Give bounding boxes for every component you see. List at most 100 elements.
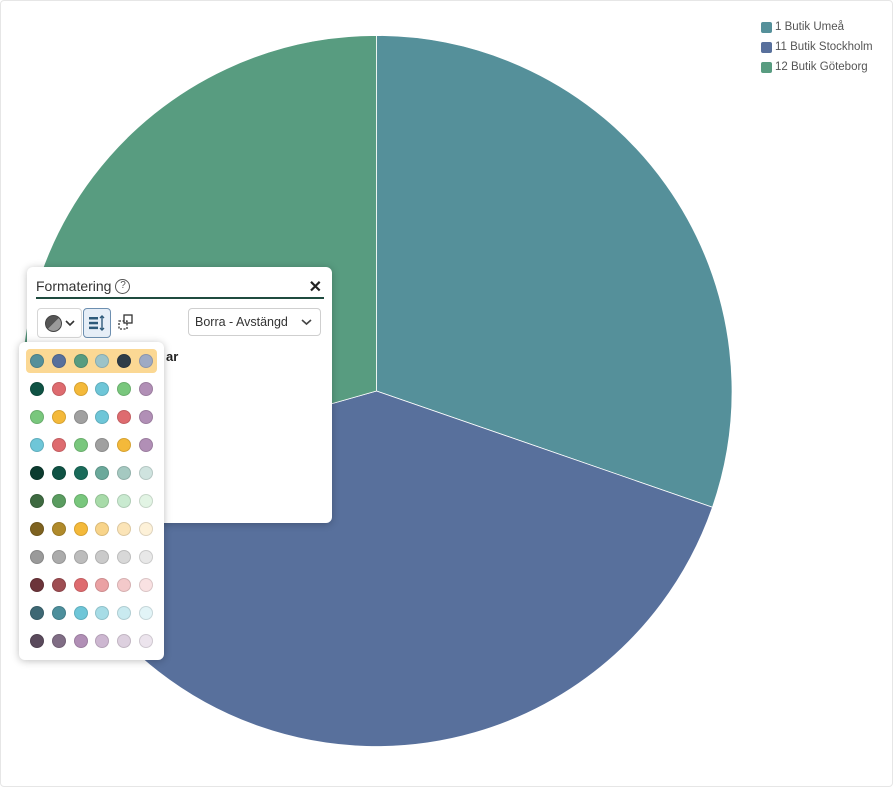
color-swatch: [73, 606, 88, 620]
color-swatch: [117, 550, 132, 564]
legend-swatch: [761, 61, 772, 73]
color-swatch: [95, 634, 110, 648]
panel-header: Formatering ? ✕: [36, 275, 324, 299]
palette-row[interactable]: [26, 349, 157, 373]
color-swatch: [29, 466, 44, 480]
color-swatch: [73, 438, 88, 452]
palette-row[interactable]: [26, 433, 157, 457]
color-swatch: [95, 606, 110, 620]
palette-row[interactable]: [26, 405, 157, 429]
palette-row[interactable]: [26, 489, 157, 513]
color-swatch: [51, 634, 66, 648]
palette-row[interactable]: [26, 573, 157, 597]
color-swatch: [139, 578, 154, 592]
color-swatch: [139, 634, 154, 648]
color-swatch: [95, 410, 110, 424]
palette-row[interactable]: [26, 545, 157, 569]
color-swatch: [95, 466, 110, 480]
color-scheme-button[interactable]: [37, 308, 82, 338]
palette-row[interactable]: [26, 461, 157, 485]
color-swatch: [29, 550, 44, 564]
color-swatch: [117, 382, 132, 396]
legend-item[interactable]: 12 Butik Göteborg: [761, 57, 873, 77]
color-swatch: [73, 522, 88, 536]
color-swatch: [117, 578, 132, 592]
color-swatch: [95, 438, 110, 452]
color-swatch: [139, 494, 154, 508]
color-swatch: [117, 354, 132, 368]
color-swatch: [29, 494, 44, 508]
legend-label: 12 Butik Göteborg: [775, 61, 868, 73]
panel-title: Formatering: [36, 278, 112, 294]
color-swatch: [139, 606, 154, 620]
color-swatch: [117, 438, 132, 452]
color-swatch: [51, 354, 66, 368]
palette-row[interactable]: [26, 377, 157, 401]
color-swatch: [139, 550, 154, 564]
color-swatch: [29, 438, 44, 452]
color-swatch: [73, 410, 88, 424]
color-swatch: [139, 522, 154, 536]
color-swatch: [73, 494, 88, 508]
color-swatch: [51, 522, 66, 536]
transform-button[interactable]: [115, 311, 137, 333]
color-swatch: [51, 410, 66, 424]
color-swatch: [29, 410, 44, 424]
color-swatch: [117, 410, 132, 424]
color-swatch: [139, 438, 154, 452]
color-swatch: [117, 494, 132, 508]
palette-row[interactable]: [26, 601, 157, 625]
help-icon[interactable]: ?: [115, 278, 131, 294]
layout-button[interactable]: [83, 308, 111, 338]
palette-row[interactable]: [26, 517, 157, 541]
color-swatch: [51, 382, 66, 396]
color-swatch: [95, 494, 110, 508]
color-swatch: [51, 606, 66, 620]
color-swatch: [117, 634, 132, 648]
legend-swatch: [761, 41, 772, 53]
color-swatch: [139, 354, 154, 368]
transform-icon: [118, 314, 133, 330]
color-swatch: [117, 606, 132, 620]
color-swatch: [95, 522, 110, 536]
close-icon[interactable]: ✕: [309, 277, 322, 297]
legend-label: 1 Butik Umeå: [775, 21, 845, 33]
color-swatch: [73, 382, 88, 396]
color-swatch: [73, 354, 88, 368]
color-swatch: [29, 522, 44, 536]
color-swatch: [95, 354, 110, 368]
chevron-down-icon: [64, 320, 75, 327]
color-swatch: [51, 494, 66, 508]
color-swatch: [95, 382, 110, 396]
legend-item[interactable]: 1 Butik Umeå: [761, 17, 873, 37]
color-swatch: [29, 354, 44, 368]
color-swatch: [51, 438, 66, 452]
color-swatch: [29, 382, 44, 396]
bars-sort-icon: [89, 315, 105, 331]
legend-swatch: [761, 21, 772, 33]
color-swatch: [95, 578, 110, 592]
chevron-down-icon: [301, 319, 312, 326]
chart-legend: 1 Butik Umeå 11 Butik Stockholm 12 Butik…: [761, 17, 873, 77]
color-swatch: [29, 634, 44, 648]
color-swatch: [117, 466, 132, 480]
color-swatch: [95, 550, 110, 564]
color-swatch: [73, 634, 88, 648]
color-swatch: [139, 466, 154, 480]
option-label: ar: [166, 349, 179, 364]
color-swatch: [51, 550, 66, 564]
palette-row[interactable]: [26, 629, 157, 653]
color-swatch: [139, 410, 154, 424]
color-swatch: [73, 578, 88, 592]
color-palette-icon: [44, 314, 62, 332]
color-swatch: [51, 466, 66, 480]
color-palette-popover: [19, 342, 164, 660]
color-swatch: [51, 578, 66, 592]
color-swatch: [29, 578, 44, 592]
color-swatch: [73, 466, 88, 480]
legend-item[interactable]: 11 Butik Stockholm: [761, 37, 873, 57]
drill-select-value: Borra - Avstängd: [195, 315, 288, 329]
drill-select[interactable]: Borra - Avstängd: [188, 308, 321, 336]
color-swatch: [29, 606, 44, 620]
color-swatch: [139, 382, 154, 396]
